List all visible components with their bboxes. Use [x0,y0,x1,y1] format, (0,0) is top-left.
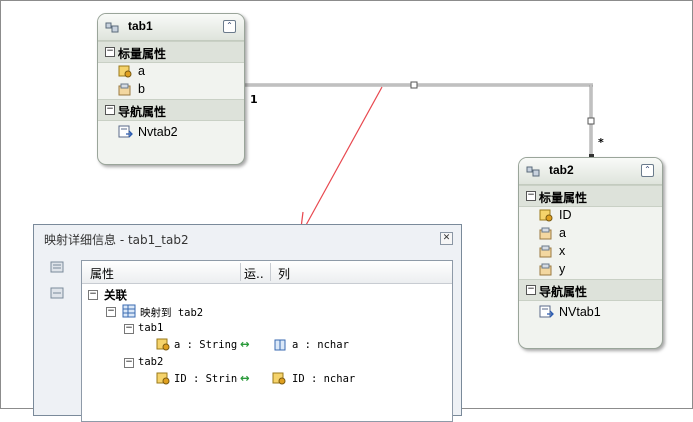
property-cell[interactable]: ID : String [174,373,238,385]
maps-to-arrow-icon: ↔ [240,337,250,351]
grid-header: 属性 运.. 列 [82,261,452,284]
mapping-details-panel: 映射详细信息 - tab1_tab2 ✕ 属性 运.. 列 − 关联 − 映射到… [33,224,462,422]
entity-title: tab1 [128,19,153,33]
entity-tab1[interactable]: tab1 ⌃ − 标量属性 a b − 导航属性 Nvtab2 [97,13,245,165]
property-label: a [138,64,145,78]
section-title: 导航属性 [539,285,588,299]
property-label: y [559,262,566,276]
tree-row-association[interactable]: − 关联 [82,286,452,303]
column-cell[interactable]: ID : nchar [292,373,355,385]
minus-icon[interactable]: − [526,191,536,201]
property-b[interactable]: b [98,81,244,99]
entity-type-icon [105,22,119,33]
property-a[interactable]: a [519,225,662,243]
tree-row-maps-to[interactable]: − 映射到 tab2 [82,303,452,320]
entity-header[interactable]: tab2 ⌃ [519,158,662,185]
column-divider[interactable] [240,263,241,281]
column-divider[interactable] [270,263,271,281]
map-entity-icon[interactable] [50,261,64,273]
collapse-toggle-icon[interactable]: − [106,307,116,317]
close-icon[interactable]: ✕ [440,232,453,245]
column-header-property[interactable]: 属性 [90,265,114,282]
row-label: tab1 [138,322,164,334]
key-column-icon [272,372,286,385]
property-id[interactable]: ID [519,207,662,225]
property-a[interactable]: a [98,63,244,81]
property-y[interactable]: y [519,261,662,279]
property-label: ID [559,208,572,222]
entity-type-icon [526,166,540,177]
entity-header[interactable]: tab1 ⌃ [98,14,244,41]
navigation-properties-section[interactable]: − 导航属性 [519,279,662,301]
property-label: Nvtab2 [138,125,178,139]
mapping-grid[interactable]: 属性 运.. 列 − 关联 − 映射到 tab2 − tab1 a: Stri… [81,260,453,422]
tree-row-end2-mapping[interactable]: ID : String ↔ ID : nchar [82,371,452,388]
row-label: tab2 [138,356,164,368]
column-cell[interactable]: a : nchar [292,339,349,351]
property-label: b [138,82,145,96]
minus-icon[interactable]: − [105,105,115,115]
entity-tab2[interactable]: tab2 ⌃ − 标量属性 ID a x y − 导航属性 NVtab1 [518,157,663,349]
property-x[interactable]: x [519,243,662,261]
key-property-icon [156,372,170,385]
entity-title: tab2 [549,163,574,177]
scalar-properties-section[interactable]: − 标量属性 [98,41,244,63]
property-icon [539,263,552,276]
column-icon [274,339,286,351]
minus-icon[interactable]: − [105,47,115,57]
table-icon [122,304,136,318]
property-label: x [559,244,566,258]
property-icon [118,83,131,96]
panel-title: 映射详细信息 - tab1_tab2 [44,233,189,247]
navigation-properties-section[interactable]: − 导航属性 [98,99,244,121]
key-property-icon [539,209,553,222]
collapse-toggle-icon[interactable]: − [124,358,134,368]
multiplicity-end1: 1 [250,93,258,106]
maps-to-arrow-icon: ↔ [240,371,250,385]
minus-icon[interactable]: − [526,285,536,295]
column-header-column[interactable]: 列 [278,265,290,282]
scalar-properties-section[interactable]: − 标量属性 [519,185,662,207]
tree-row-end2[interactable]: − tab2 [82,354,452,371]
section-title: 导航属性 [118,105,167,119]
nav-property-nvtab1[interactable]: NVtab1 [519,301,662,323]
tree-row-end1[interactable]: − tab1 [82,320,452,337]
property-icon [539,245,552,258]
property-label: NVtab1 [559,305,601,319]
nav-property-nvtab2[interactable]: Nvtab2 [98,121,244,143]
annotation-arrow [299,86,383,237]
map-association-icon[interactable] [50,287,64,299]
multiplicity-end2: * [598,136,604,149]
association-line[interactable] [239,81,595,159]
property-cell[interactable]: a : String [174,339,238,351]
navigation-property-icon [539,305,554,318]
section-title: 标量属性 [539,191,588,205]
collapse-icon[interactable]: ⌃ [641,164,654,177]
property-icon [539,227,552,240]
row-label: 关联 [104,288,127,302]
collapse-icon[interactable]: ⌃ [223,20,236,33]
section-title: 标量属性 [118,47,167,61]
navigation-property-icon [118,125,133,138]
collapse-toggle-icon[interactable]: − [124,324,134,334]
tree-row-end1-mapping[interactable]: a : String ↔ a : nchar [82,337,452,354]
property-label: a [559,226,566,240]
column-header-operator[interactable]: 运.. [244,265,264,282]
row-label: 映射到 tab2 [140,307,204,319]
key-property-icon [156,338,170,351]
collapse-toggle-icon[interactable]: − [88,290,98,300]
key-property-icon [118,65,132,78]
